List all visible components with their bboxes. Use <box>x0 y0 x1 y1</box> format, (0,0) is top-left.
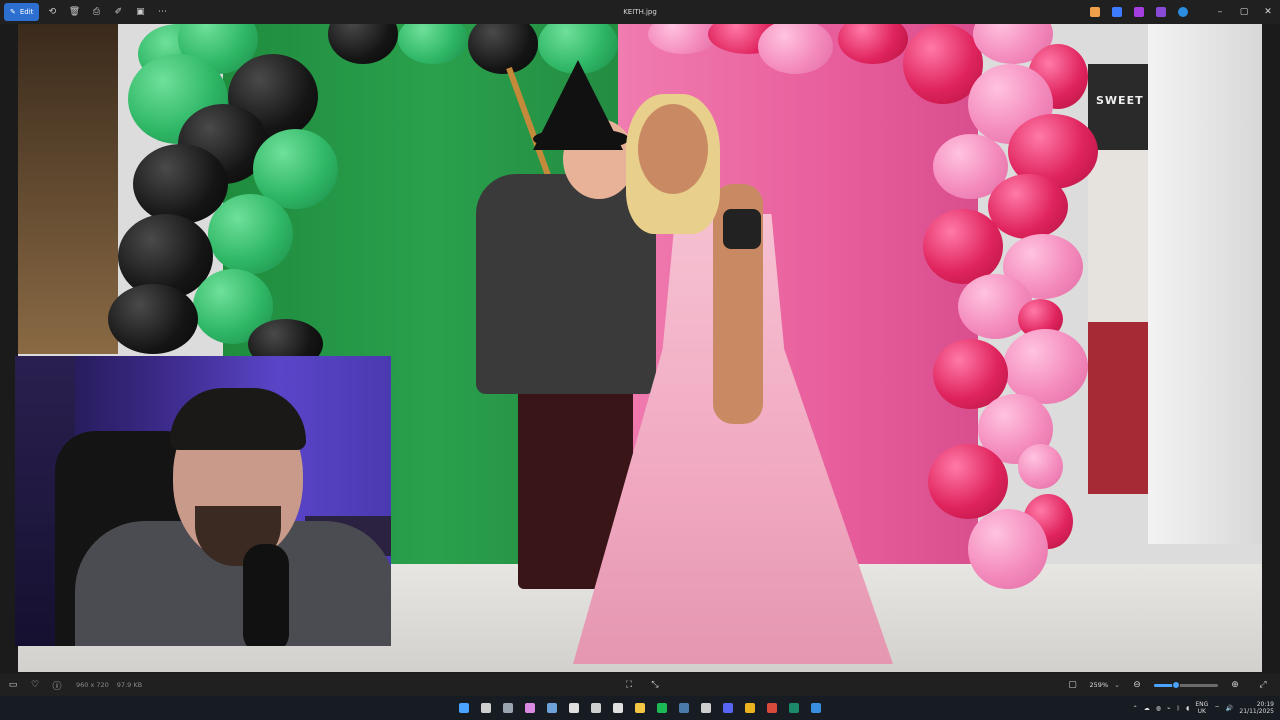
view-controls: ⛶ ⤡ <box>618 674 666 696</box>
witch-hat-brim <box>533 128 629 150</box>
notepad-icon[interactable] <box>565 699 583 717</box>
title-bar-right: – ▢ ✕ <box>1084 0 1280 24</box>
print-icon[interactable]: ⎙ <box>87 3 105 21</box>
photos-app-window: ✎ Edit ⟲ 🗑 ⎙ ✐ ▣ ⋯ KEITH.jpg – ▢ ✕ SWEET… <box>0 0 1280 720</box>
streamlabs-icon[interactable] <box>785 699 803 717</box>
webcam-overlay <box>15 356 391 646</box>
wifi-icon[interactable]: ⌔ <box>1214 704 1220 712</box>
taskbar-apps <box>455 696 825 720</box>
steam-client-icon[interactable] <box>675 699 693 717</box>
clock-time: 20:19 <box>1256 701 1274 708</box>
settings-icon[interactable] <box>499 699 517 717</box>
epic-games-icon[interactable] <box>697 699 715 717</box>
rotate-icon[interactable]: ⟲ <box>43 3 61 21</box>
speaker-icon[interactable]: 🔊 <box>1226 705 1233 712</box>
microphone <box>243 544 289 646</box>
onedrive-icon[interactable] <box>1172 0 1194 24</box>
edit-image-icon[interactable]: ✐ <box>109 3 127 21</box>
capcut-icon[interactable] <box>609 699 627 717</box>
fit-icon[interactable]: ▢ <box>1062 674 1084 696</box>
file-size: 97.9 KB <box>116 681 143 689</box>
zoom-slider[interactable] <box>1154 680 1218 689</box>
start-icon[interactable] <box>455 699 473 717</box>
minimize-icon[interactable]: – <box>1208 0 1232 24</box>
man-face <box>638 104 708 194</box>
file-explorer-icon[interactable] <box>631 699 649 717</box>
title-bar: ✎ Edit ⟲ 🗑 ⎙ ✐ ▣ ⋯ KEITH.jpg – ▢ ✕ <box>0 0 1280 24</box>
task-view-icon[interactable] <box>477 699 495 717</box>
language-indicator[interactable]: ENG UK <box>1195 701 1208 715</box>
clock-date: 21/11/2025 <box>1239 708 1274 715</box>
designer-icon[interactable] <box>1106 0 1128 24</box>
zoom-in-icon[interactable]: ⊕ <box>1224 674 1246 696</box>
spotify-icon[interactable] <box>653 699 671 717</box>
cloud-icon[interactable]: ☁ <box>1144 705 1150 712</box>
zoom-dropdown-icon[interactable]: ⌄ <box>1114 681 1120 689</box>
lang-region: UK <box>1197 708 1206 715</box>
filmstrip-icon[interactable]: ▭ <box>2 674 24 696</box>
arm-tattoo <box>723 209 761 249</box>
actual-size-icon[interactable]: ⤡ <box>644 674 666 696</box>
info-icon[interactable]: ⓘ <box>46 674 68 696</box>
toolbar: ✎ Edit ⟲ 🗑 ⎙ ✐ ▣ ⋯ <box>0 3 171 21</box>
windows-taskbar: ⌃ ☁ ◍ ⌁ ᛒ ◖ ENG UK ⌔ 🔊 20:19 21/11/2025 <box>0 696 1280 720</box>
image-canvas[interactable]: SWEET <box>0 24 1280 674</box>
volume-tray-icon[interactable]: ◖ <box>1186 705 1189 712</box>
image-dimensions: 960 x 720 <box>76 681 109 689</box>
steam-icon[interactable] <box>543 699 561 717</box>
slideshow-icon[interactable]: ▣ <box>131 3 149 21</box>
bluetooth-icon[interactable]: ᛒ <box>1177 705 1181 712</box>
chevron-up-icon[interactable]: ⌃ <box>1133 705 1138 712</box>
zoom-level[interactable]: 259% <box>1090 681 1109 689</box>
fullscreen-icon[interactable]: ⤢ <box>1252 674 1274 696</box>
status-bar: ▭ ♡ ⓘ 960 x 720 97.9 KB ⛶ ⤡ ▢ 259% ⌄ ⊖ ⊕… <box>0 674 1280 696</box>
close-icon[interactable]: ✕ <box>1256 0 1280 24</box>
edit-icon: ✎ <box>10 8 16 16</box>
cafe-shelves <box>18 24 118 354</box>
system-tray: ⌃ ☁ ◍ ⌁ ᛒ ◖ ENG UK ⌔ 🔊 20:19 21/11/2025 <box>1133 696 1274 720</box>
usb-icon[interactable]: ⌁ <box>1167 705 1171 712</box>
photos-icon[interactable] <box>807 699 825 717</box>
clipchamp-icon[interactable] <box>1128 0 1150 24</box>
lang-code: ENG <box>1195 701 1209 708</box>
edit-button[interactable]: ✎ Edit <box>4 3 40 21</box>
zoom-controls: ▢ 259% ⌄ ⊖ ⊕ ⤢ <box>1062 674 1274 696</box>
purple-app-icon[interactable] <box>1150 0 1172 24</box>
edit-label: Edit <box>19 8 34 16</box>
github-icon[interactable] <box>587 699 605 717</box>
zoom-out-icon[interactable]: ⊖ <box>1126 674 1148 696</box>
maximize-icon[interactable]: ▢ <box>1232 0 1256 24</box>
zoom-slider-thumb[interactable] <box>1172 680 1181 689</box>
network-status-icon[interactable]: ◍ <box>1156 705 1161 712</box>
discord-icon[interactable] <box>719 699 737 717</box>
favorite-icon[interactable]: ♡ <box>24 674 46 696</box>
chrome-profile-icon[interactable] <box>763 699 781 717</box>
clock[interactable]: 20:19 21/11/2025 <box>1239 701 1274 715</box>
sweet-sign: SWEET <box>1096 94 1144 107</box>
fit-to-window-icon[interactable]: ⛶ <box>618 674 640 696</box>
chrome-icon[interactable] <box>741 699 759 717</box>
delete-icon[interactable]: 🗑 <box>65 3 83 21</box>
copilot-icon[interactable] <box>1084 0 1106 24</box>
more-icon[interactable]: ⋯ <box>153 3 171 21</box>
copilot-icon[interactable] <box>521 699 539 717</box>
pillar <box>1148 24 1262 544</box>
streamer-hair <box>170 388 306 450</box>
